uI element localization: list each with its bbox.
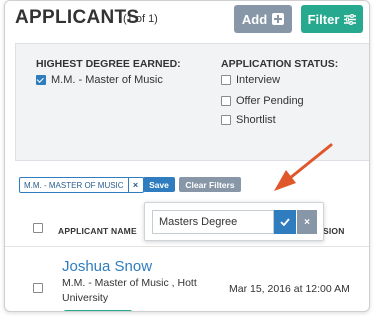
active-filter-chip-label: M.M. - MASTER OF MUSIC: [24, 180, 124, 190]
applicants-window: APPLICANTS (1 of 1) Add Filter HIGHEST D…: [4, 0, 370, 312]
status-badge: [63, 310, 133, 311]
degree-filter-title: HIGHEST DEGREE EARNED:: [36, 58, 181, 70]
checkmark-icon: [280, 218, 290, 226]
remove-filter-button[interactable]: ×: [127, 178, 143, 192]
filter-name-input[interactable]: [152, 210, 274, 234]
submission-date: Mar 15, 2016 at 12:00 AM: [229, 283, 350, 295]
applicant-degree: M.M. - Master of Music , Hott University: [62, 277, 197, 304]
plus-square-icon: [272, 13, 285, 25]
add-button-label: Add: [241, 11, 268, 27]
save-filters-button[interactable]: Save: [143, 177, 175, 192]
confirm-save-button[interactable]: [274, 210, 296, 234]
applicant-name-link[interactable]: Joshua Snow: [62, 258, 152, 275]
status-filter-title: APPLICATION STATUS:: [221, 58, 339, 70]
checkbox-unchecked[interactable]: [221, 96, 231, 106]
active-filter-chip: M.M. - MASTER OF MUSIC ×: [19, 177, 144, 193]
status-option-offer-pending[interactable]: Offer Pending: [221, 95, 304, 107]
clear-filters-button[interactable]: Clear Filters: [179, 177, 241, 192]
sliders-icon: [344, 13, 357, 25]
status-option-label: Offer Pending: [236, 95, 304, 107]
filter-button-label: Filter: [307, 11, 340, 27]
status-option-label: Shortlist: [236, 114, 276, 126]
status-option-label: Interview: [236, 74, 281, 86]
column-header-submission[interactable]: SION: [323, 226, 345, 236]
cancel-save-button[interactable]: ×: [297, 210, 317, 234]
status-option-shortlist[interactable]: Shortlist: [221, 114, 276, 126]
save-filter-popover: ×: [144, 202, 324, 241]
column-header-applicant-name[interactable]: APPLICANT NAME: [58, 226, 137, 236]
page-title: APPLICANTS: [15, 7, 140, 28]
filter-panel: HIGHEST DEGREE EARNED: M.M. - Master of …: [15, 43, 369, 161]
row-checkbox[interactable]: [33, 283, 43, 293]
degree-option-label: M.M. - Master of Music: [51, 74, 163, 86]
degree-option-master-of-music[interactable]: M.M. - Master of Music: [36, 74, 163, 86]
checkbox-checked[interactable]: [36, 75, 46, 85]
checkbox-unchecked[interactable]: [221, 115, 231, 125]
filter-button[interactable]: Filter: [301, 5, 363, 33]
select-all-checkbox[interactable]: [33, 223, 43, 233]
applicant-count: (1 of 1): [123, 13, 158, 25]
add-button[interactable]: Add: [234, 5, 292, 33]
status-option-interview[interactable]: Interview: [221, 74, 280, 86]
checkbox-unchecked[interactable]: [221, 75, 231, 85]
top-bar: APPLICANTS (1 of 1) Add Filter: [5, 1, 369, 37]
